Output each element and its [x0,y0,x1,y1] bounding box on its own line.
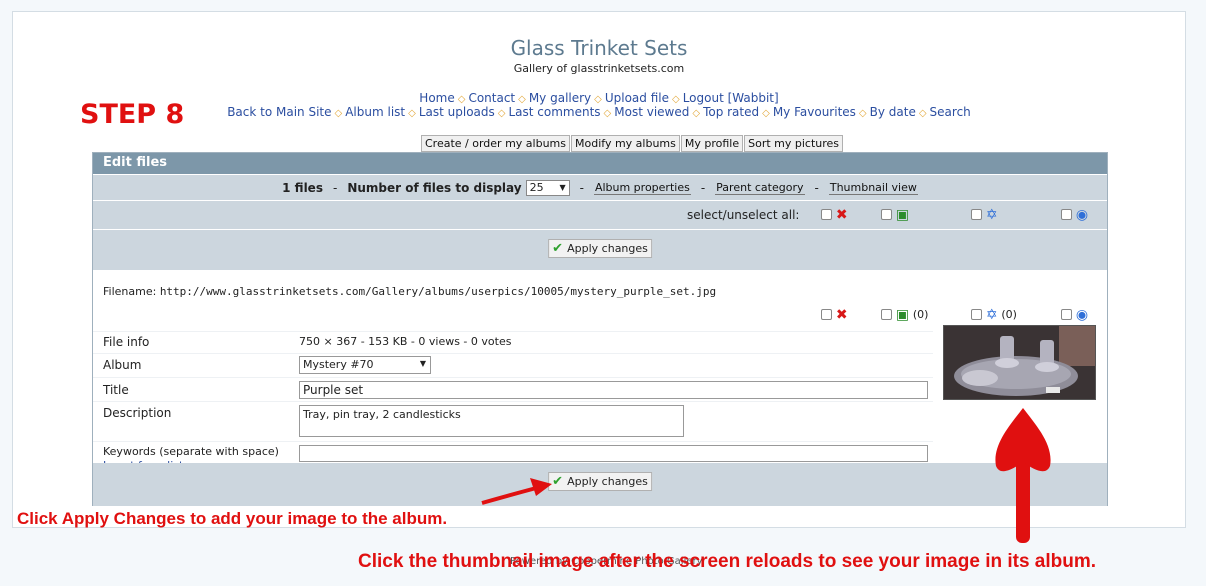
arrow-to-apply-icon [481,478,552,505]
arrow-to-thumbnail-icon [995,408,1051,543]
annotation-arrows [481,408,1051,543]
